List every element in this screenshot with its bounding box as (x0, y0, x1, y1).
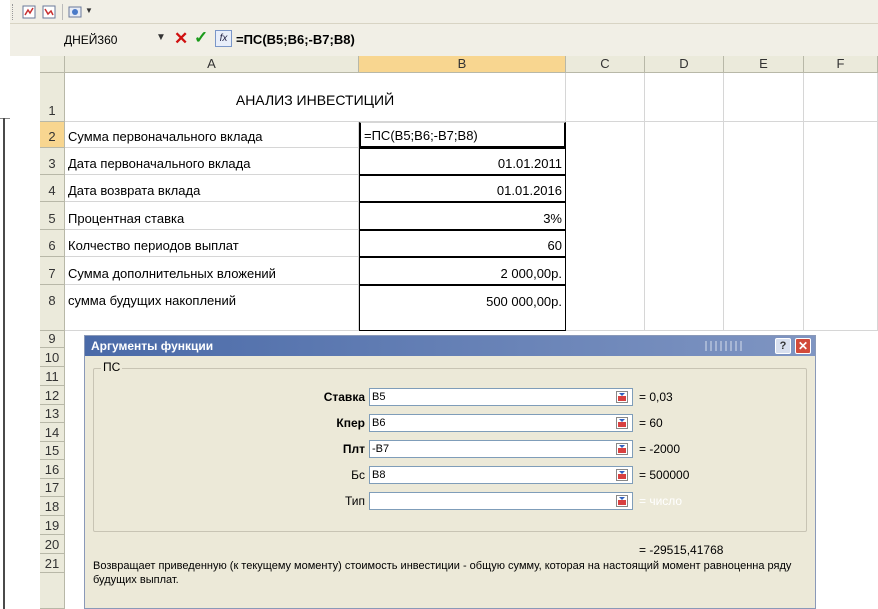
row-header-18[interactable]: 18 (40, 497, 65, 516)
cell-d1[interactable] (645, 73, 724, 122)
arg-result-stavka: = 0,03 (639, 390, 673, 404)
window-edge (0, 0, 10, 609)
enter-check-icon[interactable]: ✓ (194, 28, 208, 48)
row-header-16[interactable]: 16 (40, 460, 65, 479)
select-all-corner[interactable] (40, 56, 65, 73)
title-bar-decoration (705, 341, 745, 351)
collapse-dialog-icon[interactable] (613, 441, 631, 457)
name-box-dropdown-icon[interactable]: ▼ (156, 32, 166, 43)
row-header-17[interactable]: 17 (40, 479, 65, 497)
column-header-c[interactable]: C (566, 56, 645, 73)
insert-function-icon[interactable]: fx (215, 30, 232, 47)
value-cell[interactable]: 500 000,00р. (359, 285, 566, 331)
value-cell[interactable]: 2 000,00р. (359, 257, 566, 285)
formula-input[interactable]: =ПС(B5;B6;-B7;B8) (236, 32, 355, 47)
row-header-15[interactable]: 15 (40, 442, 65, 460)
chart-icon[interactable] (20, 3, 38, 21)
arg-label-tip: Тип (344, 494, 365, 508)
toolbar-separator (62, 4, 63, 20)
row-header-3[interactable]: 3 (40, 148, 65, 175)
dialog-title-bar[interactable]: Аргументы функции ? ✕ (85, 336, 815, 356)
arg-input-kper[interactable]: B6 (369, 414, 633, 432)
close-button[interactable]: ✕ (795, 338, 811, 354)
column-header-f[interactable]: F (804, 56, 878, 73)
empty-cells-c[interactable] (566, 122, 645, 331)
row-header-9[interactable]: 9 (40, 331, 65, 348)
value-cell[interactable]: 01.01.2011 (359, 148, 566, 175)
label-cell[interactable]: Процентная ставка (65, 202, 359, 230)
row-header-19[interactable]: 19 (40, 516, 65, 535)
collapse-dialog-icon[interactable] (613, 389, 631, 405)
row-header-10[interactable]: 10 (40, 348, 65, 367)
cell-c1[interactable] (566, 73, 645, 122)
arg-result-bs: = 500000 (639, 468, 690, 482)
sheet-title-text: АНАЛИЗ ИНВЕСТИЦИЙ (235, 92, 395, 108)
empty-cells-f[interactable] (804, 122, 878, 331)
toolbar: ▼ (10, 0, 878, 24)
function-name: ПС (101, 360, 123, 374)
row-header-22[interactable] (40, 573, 65, 609)
row-header-6[interactable]: 6 (40, 230, 65, 257)
arg-input-stavka[interactable]: B5 (369, 388, 633, 406)
column-header-e[interactable]: E (724, 56, 804, 73)
trend-chart-icon[interactable] (40, 3, 58, 21)
empty-cells-d[interactable] (645, 122, 724, 331)
arg-label-plt: Плт (342, 442, 365, 456)
row-header-11[interactable]: 11 (40, 367, 65, 386)
collapse-dialog-icon[interactable] (613, 415, 631, 431)
arg-label-stavka: Ставка (323, 390, 365, 404)
label-cell[interactable]: Дата возврата вклада (65, 175, 359, 202)
label-cell[interactable]: Колчество периодов выплат (65, 230, 359, 257)
value-cell[interactable]: 60 (359, 230, 566, 257)
label-cell[interactable]: Сумма дополнительных вложений (65, 257, 359, 285)
arg-input-bs[interactable]: B8 (369, 466, 633, 484)
edge-bar (3, 118, 5, 609)
row-header-14[interactable]: 14 (40, 423, 65, 442)
drawing-icon[interactable] (66, 3, 84, 21)
label-cell[interactable]: сумма будущих накоплений (65, 285, 359, 331)
arg-result-kper: = 60 (639, 416, 663, 430)
arg-result-plt: = -2000 (639, 442, 681, 456)
row-header-13[interactable]: 13 (40, 405, 65, 423)
dialog-title: Аргументы функции (91, 339, 214, 353)
empty-cells-e[interactable] (724, 122, 804, 331)
cancel-icon[interactable]: ✕ (174, 29, 188, 49)
active-cell-b2[interactable]: =ПС(B5;B6;-B7;B8) (359, 122, 566, 148)
row-header-7[interactable]: 7 (40, 257, 65, 285)
function-arguments-dialog: Аргументы функции ? ✕ ПС Ставка B5 = 0,0… (84, 335, 816, 609)
value-cell[interactable]: 3% (359, 202, 566, 230)
column-header-a[interactable]: A (65, 56, 359, 73)
arg-input-plt[interactable]: -B7 (369, 440, 633, 458)
edge-tick (0, 118, 10, 119)
name-box[interactable]: ДНЕЙ360 (64, 33, 117, 47)
toolbar-options-icon[interactable]: ▼ (85, 6, 93, 15)
formula-bar: ДНЕЙ360 ▼ ✕ ✓ fx =ПС(B5;B6;-B7;B8) (10, 24, 878, 56)
label-cell[interactable]: Дата первоначального вклада (65, 148, 359, 175)
arg-input-tip[interactable] (369, 492, 633, 510)
collapse-dialog-icon[interactable] (613, 467, 631, 483)
row-header-21[interactable]: 21 (40, 554, 65, 573)
function-description: Возвращает приведенную (к текущему момен… (93, 560, 792, 586)
row-header-1[interactable]: 1 (40, 73, 65, 122)
row-header-8[interactable]: 8 (40, 285, 65, 331)
column-header-d[interactable]: D (645, 56, 724, 73)
arg-label-kper: Кпер (336, 416, 365, 430)
row-header-5[interactable]: 5 (40, 202, 65, 230)
sheet-title[interactable]: АНАЛИЗ ИНВЕСТИЦИЙ (65, 73, 566, 122)
arg-result-tip: = число (639, 494, 683, 508)
cell-e1[interactable] (724, 73, 804, 122)
toolbar-grip[interactable] (12, 4, 14, 20)
function-result: = -29515,41768 (639, 543, 724, 557)
arg-label-bs: Бс (351, 468, 365, 482)
collapse-dialog-icon[interactable] (613, 493, 631, 509)
column-header-b[interactable]: B (359, 56, 566, 73)
cell-f1[interactable] (804, 73, 878, 122)
help-button[interactable]: ? (775, 338, 791, 354)
row-header-2[interactable]: 2 (40, 122, 65, 148)
row-header-4[interactable]: 4 (40, 175, 65, 202)
row-header-20[interactable]: 20 (40, 535, 65, 554)
value-cell[interactable]: 01.01.2016 (359, 175, 566, 202)
row-header-12[interactable]: 12 (40, 386, 65, 405)
label-cell[interactable]: Сумма первоначального вклада (65, 122, 359, 148)
